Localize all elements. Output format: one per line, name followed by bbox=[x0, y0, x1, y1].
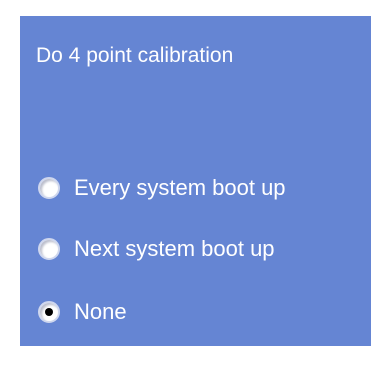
radio-button-every-boot[interactable] bbox=[38, 177, 60, 199]
radio-label-next-boot[interactable]: Next system boot up bbox=[74, 236, 275, 262]
radio-selected-dot bbox=[45, 308, 53, 316]
radio-option-every-boot[interactable]: Every system boot up bbox=[38, 173, 286, 203]
calibration-heading: Do 4 point calibration bbox=[36, 44, 234, 67]
radio-label-none[interactable]: None bbox=[74, 299, 127, 325]
calibration-panel: Do 4 point calibration Every system boot… bbox=[20, 16, 371, 346]
radio-option-next-boot[interactable]: Next system boot up bbox=[38, 234, 275, 264]
radio-label-every-boot[interactable]: Every system boot up bbox=[74, 175, 286, 201]
radio-button-none[interactable] bbox=[38, 301, 60, 323]
radio-button-next-boot[interactable] bbox=[38, 238, 60, 260]
radio-option-none[interactable]: None bbox=[38, 297, 127, 327]
